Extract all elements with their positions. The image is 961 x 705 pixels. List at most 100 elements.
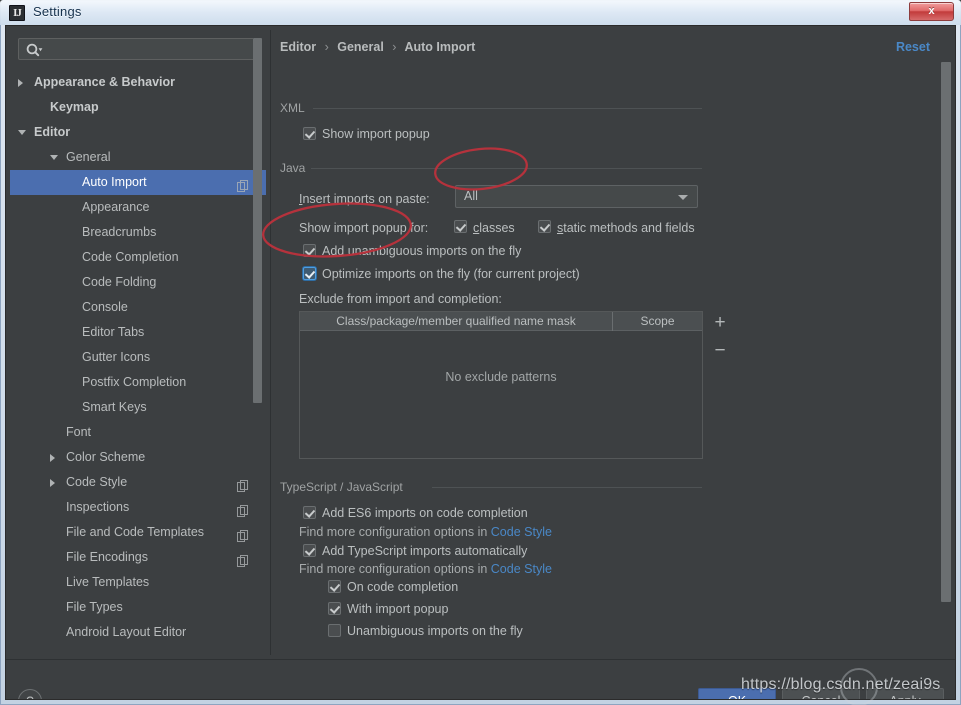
sidebar-scrollbar-thumb[interactable] [253,38,262,403]
static-methods-label-rest: tatic methods and fields [563,221,694,235]
sidebar-item-label: File Encodings [66,545,148,570]
sidebar-item-inspections[interactable]: Inspections [10,495,266,520]
section-rule-xml [313,108,702,109]
remove-exclude-pattern-button[interactable]: − [709,341,731,363]
sidebar-item-label: File Types [66,595,123,620]
breadcrumb-item-general[interactable]: General [337,40,384,54]
breadcrumb-separator-1: › [320,40,334,54]
on-code-completion-checkbox[interactable] [328,580,341,593]
insert-imports-combo[interactable]: All [455,185,698,208]
ts-hint-code-style-link[interactable]: Code Style [491,562,552,576]
sidebar-item-label: File and Code Templates [66,520,204,545]
sidebar-item-console[interactable]: Console [10,295,266,320]
sidebar-item-live-templates[interactable]: Live Templates [10,570,266,595]
add-es6-imports-checkbox[interactable] [303,506,316,519]
add-typescript-imports-checkbox[interactable] [303,544,316,557]
sidebar-item-label: Smart Keys [82,395,147,420]
chevron-right-icon[interactable] [50,454,55,462]
add-unambiguous-imports-label: Add unambiguous imports on the fly [322,244,521,258]
sidebar-item-gutter-icons[interactable]: Gutter Icons [10,345,266,370]
es6-hint: Find more configuration options in Code … [299,525,552,539]
section-title-xml: XML [280,101,311,115]
show-import-popup-for-label: Show import popup for: [299,221,428,235]
intellij-idea-icon: IJ [9,5,25,21]
exclude-table[interactable]: Class/package/member qualified name mask… [299,311,703,459]
unambiguous-imports-on-fly-checkbox[interactable] [328,624,341,637]
reset-link[interactable]: Reset [896,40,930,54]
sidebar-item-label: Console [82,295,128,320]
settings-sidebar: Appearance & BehaviorKeymapEditorGeneral… [10,30,266,655]
sidebar-item-file-and-code-templates[interactable]: File and Code Templates [10,520,266,545]
sidebar-item-color-scheme[interactable]: Color Scheme [10,445,266,470]
sidebar-item-label: Editor Tabs [82,320,144,345]
unambiguous-imports-on-fly-label: Unambiguous imports on the fly [347,624,523,638]
sidebar-item-general[interactable]: General [10,145,266,170]
insert-imports-label-rest: nsert imports on paste: [302,192,429,206]
content-scrollbar-thumb[interactable] [941,62,951,602]
breadcrumb-item-editor[interactable]: Editor [280,40,316,54]
search-input[interactable] [45,41,254,60]
static-methods-checkbox[interactable] [538,220,551,233]
sidebar-item-font[interactable]: Font [10,420,266,445]
with-import-popup-checkbox[interactable] [328,602,341,615]
sidebar-item-smart-keys[interactable]: Smart Keys [10,395,266,420]
classes-label-rest: lasses [479,221,514,235]
settings-tree[interactable]: Appearance & BehaviorKeymapEditorGeneral… [10,70,266,655]
es6-hint-code-style-link[interactable]: Code Style [491,525,552,539]
copy-settings-icon [237,476,248,488]
search-icon [25,42,43,58]
sidebar-item-label: Code Style [66,470,127,495]
sidebar-item-postfix-completion[interactable]: Postfix Completion [10,370,266,395]
settings-content-pane: Editor › General › Auto Import Reset XML… [271,30,951,655]
insert-imports-value: All [464,189,478,203]
add-exclude-pattern-button[interactable]: + [709,313,731,335]
breadcrumb-item-auto-import[interactable]: Auto Import [404,40,475,54]
breadcrumb: Editor › General › Auto Import [280,40,475,54]
sidebar-item-label: Appearance [82,195,149,220]
on-code-completion-label: On code completion [347,580,458,594]
sidebar-item-appearance-behavior[interactable]: Appearance & Behavior [10,70,266,95]
sidebar-item-label: Android Layout Editor [66,620,186,645]
classes-checkbox[interactable] [454,220,467,233]
chevron-right-icon[interactable] [50,479,55,487]
chevron-down-icon[interactable] [50,155,58,160]
optimize-imports-label: Optimize imports on the fly (for current… [322,267,580,281]
exclude-table-col-scope[interactable]: Scope [612,312,702,331]
exclude-from-import-label: Exclude from import and completion: [299,292,502,306]
optimize-imports-checkbox[interactable] [303,267,316,280]
exclude-table-col-mask[interactable]: Class/package/member qualified name mask [300,312,612,331]
sidebar-item-file-encodings[interactable]: File Encodings [10,545,266,570]
sidebar-item-label: Font [66,420,91,445]
title-bar: IJ Settings x [0,0,961,25]
copy-settings-icon [237,176,248,188]
sidebar-item-file-types[interactable]: File Types [10,595,266,620]
footer-divider [6,659,956,660]
section-title-typescript: TypeScript / JavaScript [280,480,409,494]
sidebar-item-label: Breadcrumbs [82,220,156,245]
sidebar-item-auto-import[interactable]: Auto Import [10,170,266,195]
sidebar-item-android-layout-editor[interactable]: Android Layout Editor [10,620,266,645]
chevron-right-icon[interactable] [18,79,23,87]
help-button[interactable]: ? [18,689,42,700]
search-box[interactable] [18,38,258,60]
sidebar-item-breadcrumbs[interactable]: Breadcrumbs [10,220,266,245]
dialog-body: Appearance & BehaviorKeymapEditorGeneral… [5,25,956,700]
sidebar-item-editor[interactable]: Editor [10,120,266,145]
section-rule-typescript [432,487,702,488]
sidebar-item-label: Auto Import [82,170,147,195]
close-button[interactable]: x [909,2,954,21]
show-import-popup-xml-checkbox[interactable] [303,127,316,140]
settings-dialog-window: IJ Settings x Appearance & BehaviorKeyma… [0,0,961,705]
sidebar-item-label: Editor [34,120,70,145]
sidebar-item-code-completion[interactable]: Code Completion [10,245,266,270]
chevron-down-icon[interactable] [18,130,26,135]
sidebar-item-editor-tabs[interactable]: Editor Tabs [10,320,266,345]
sidebar-item-code-style[interactable]: Code Style [10,470,266,495]
static-methods-label: static methods and fields [557,221,695,235]
sidebar-item-code-folding[interactable]: Code Folding [10,270,266,295]
sidebar-item-appearance[interactable]: Appearance [10,195,266,220]
copy-settings-icon [237,551,248,563]
with-import-popup-label: With import popup [347,602,448,616]
add-unambiguous-imports-checkbox[interactable] [303,244,316,257]
sidebar-item-keymap[interactable]: Keymap [10,95,266,120]
